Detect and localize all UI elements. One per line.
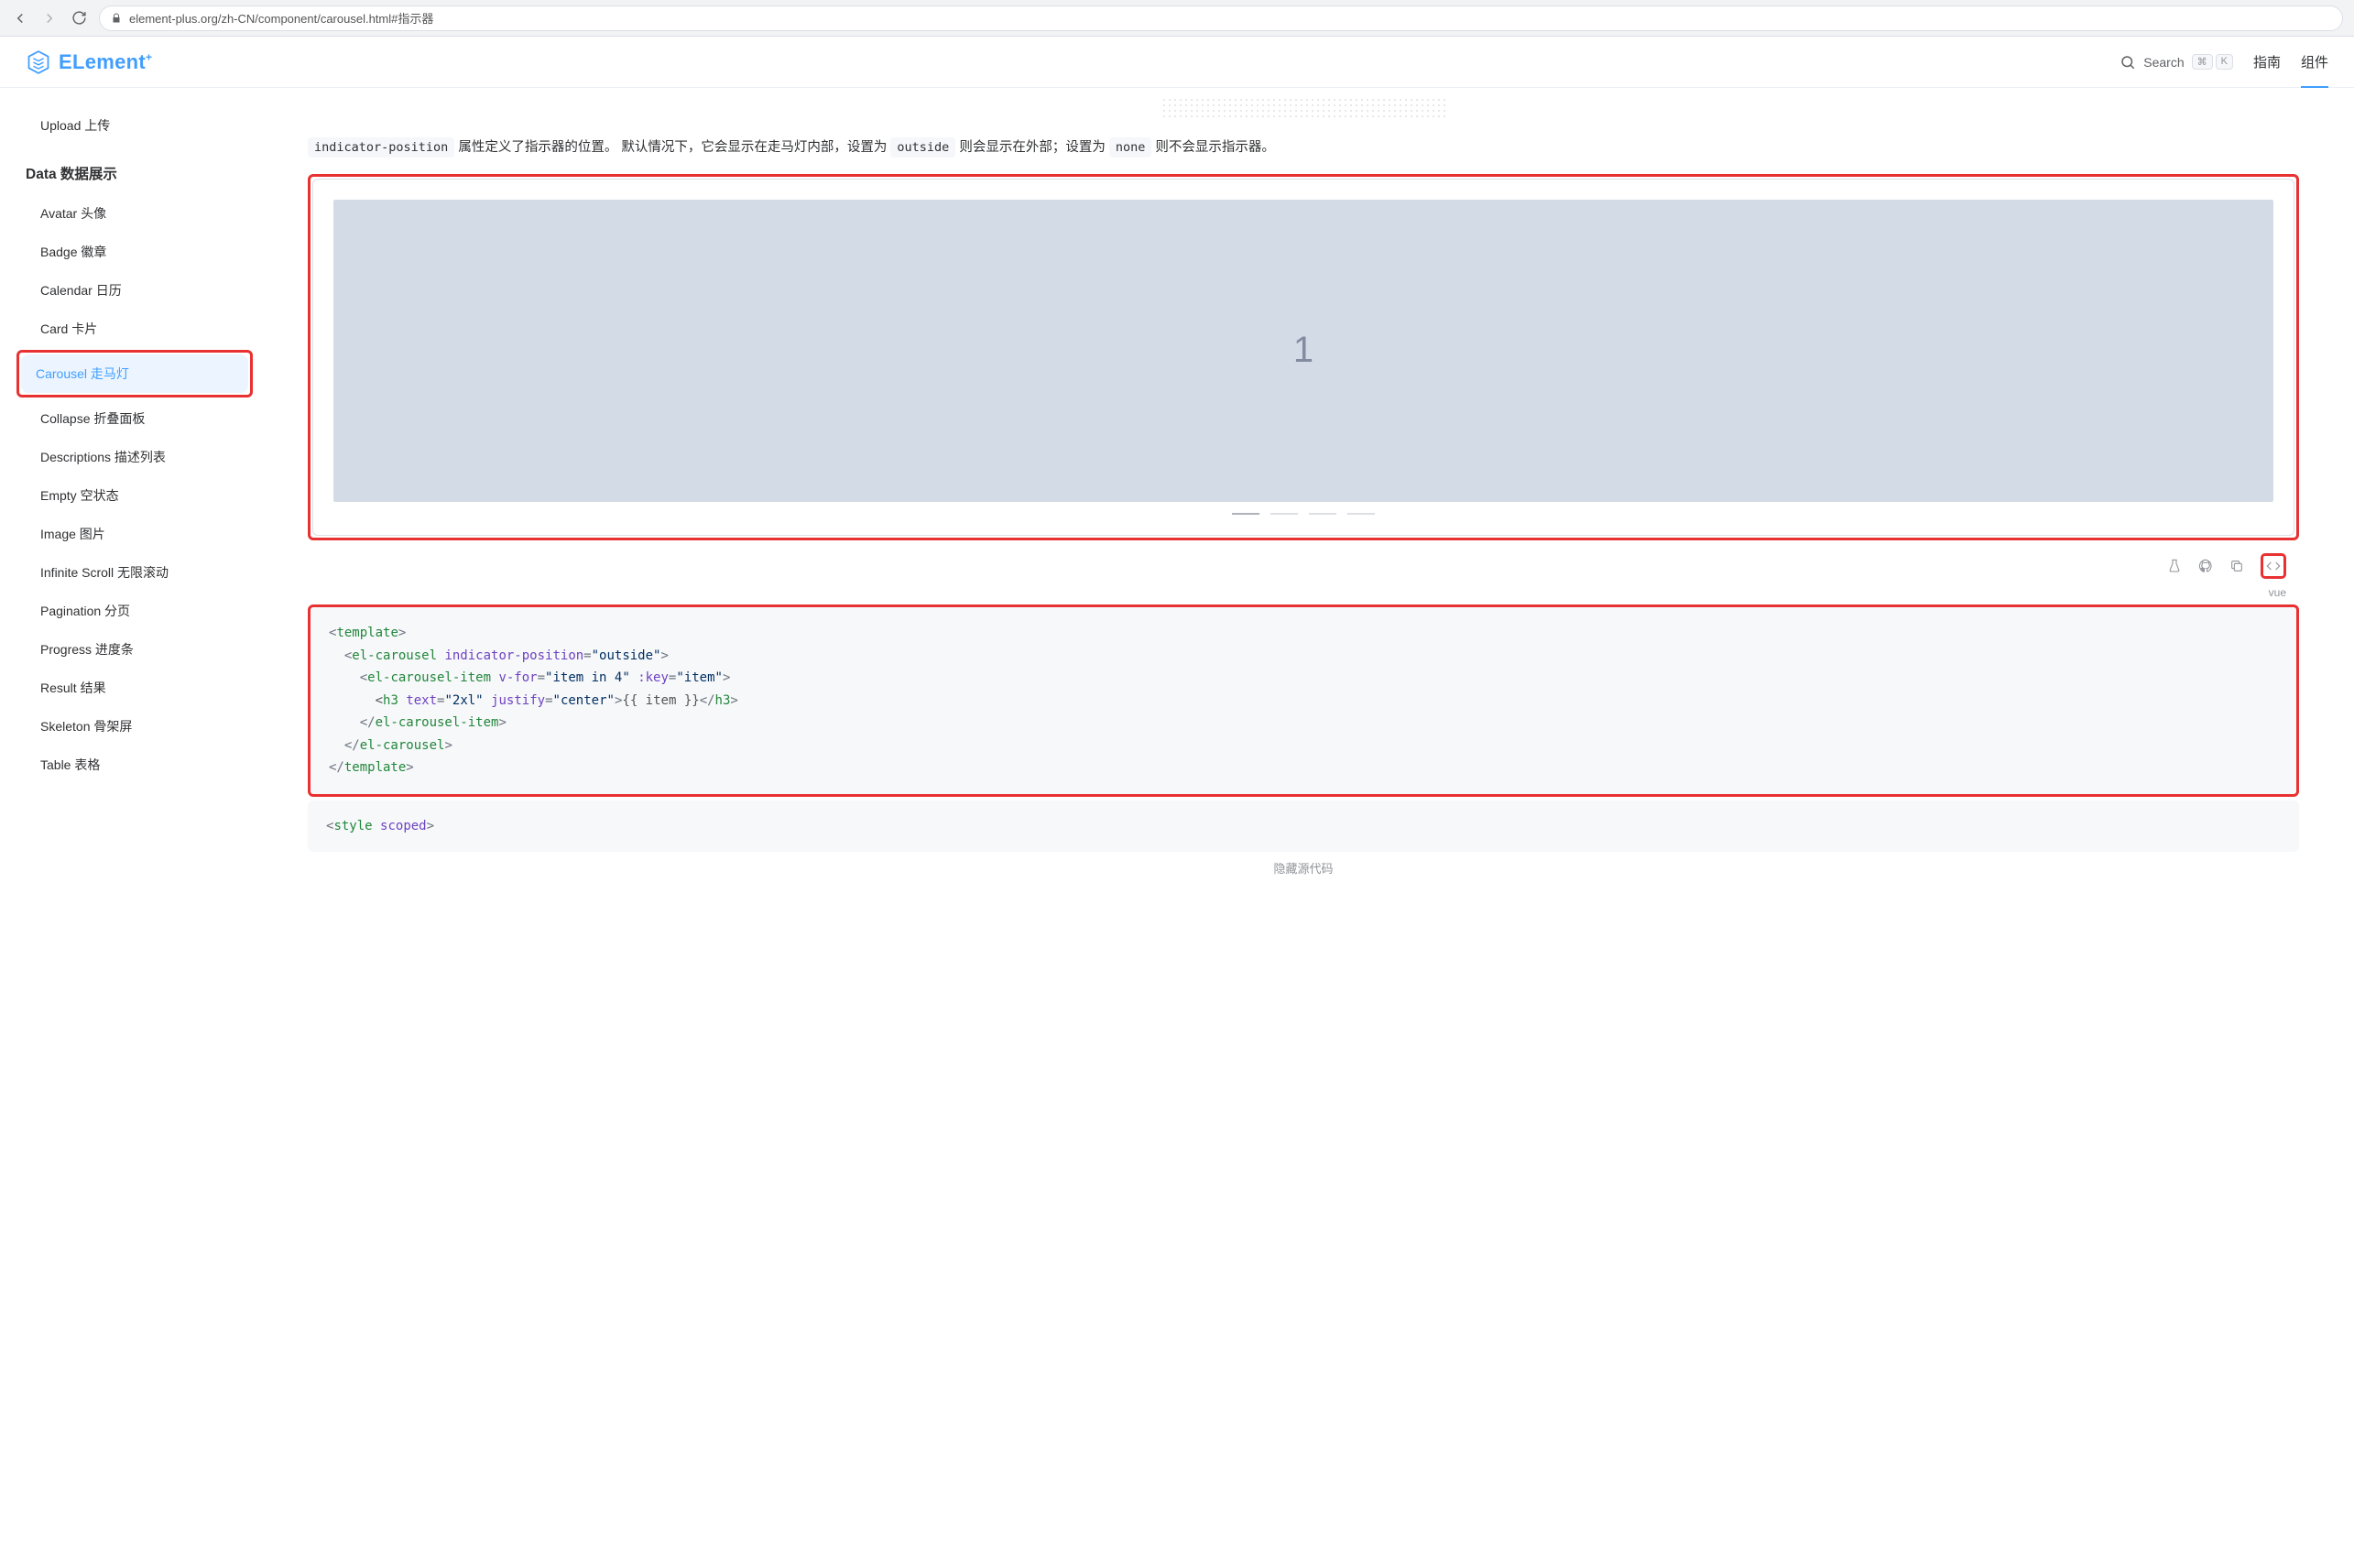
search-label: Search (2143, 55, 2184, 70)
sidebar-item-empty[interactable]: Empty 空状态 (26, 476, 275, 515)
demo-card: 1 (312, 179, 2294, 537)
sidebar-item-table[interactable]: Table 表格 (26, 746, 275, 784)
code-block[interactable]: <template> <el-carousel indicator-positi… (311, 607, 2296, 794)
sidebar-item-badge[interactable]: Badge 徽章 (26, 233, 275, 271)
lock-icon (111, 13, 122, 24)
code-icon[interactable] (2266, 559, 2281, 573)
logo-icon (26, 49, 51, 75)
github-icon[interactable] (2198, 559, 2213, 573)
sidebar-item-result[interactable]: Result 结果 (26, 669, 275, 707)
sidebar-item-avatar[interactable]: Avatar 头像 (26, 194, 275, 233)
address-text: element-plus.org/zh-CN/component/carouse… (129, 9, 433, 27)
sidebar-item-pagination[interactable]: Pagination 分页 (26, 592, 275, 630)
demo-toolbar (308, 546, 2299, 586)
hide-source-button[interactable]: 隐藏源代码 (308, 852, 2299, 877)
site-header: ELement+ Search ⌘ K 指南 组件 (0, 37, 2354, 88)
search-icon (2120, 54, 2136, 71)
search-button[interactable]: Search ⌘ K (2120, 54, 2233, 71)
logo[interactable]: ELement+ (26, 49, 152, 75)
annotation-box-code-toggle (2261, 553, 2286, 579)
carousel-slide[interactable]: 1 (333, 200, 2273, 502)
nav-guide[interactable]: 指南 (2253, 52, 2281, 71)
indicator-3[interactable] (1309, 513, 1336, 516)
decorative-pattern (1161, 97, 1445, 119)
logo-text: ELement+ (59, 50, 152, 74)
playground-icon[interactable] (2167, 559, 2182, 573)
sidebar-section-data: Data 数据展示 (26, 145, 275, 194)
copy-icon[interactable] (2229, 559, 2244, 573)
annotation-box-demo: 1 (308, 174, 2299, 541)
sidebar-item-descriptions[interactable]: Descriptions 描述列表 (26, 438, 275, 476)
sidebar-item-calendar[interactable]: Calendar 日历 (26, 271, 275, 310)
indicator-1[interactable] (1232, 513, 1259, 516)
browser-chrome: element-plus.org/zh-CN/component/carouse… (0, 0, 2354, 37)
slide-number: 1 (1293, 330, 1313, 371)
shortcut-hint: ⌘ K (2192, 54, 2233, 70)
forward-icon[interactable] (40, 9, 59, 27)
back-icon[interactable] (11, 9, 29, 27)
description-paragraph: indicator-position 属性定义了指示器的位置。 默认情况下，它会… (308, 136, 2299, 161)
nav-component[interactable]: 组件 (2301, 52, 2328, 71)
annotation-box-sidebar: Carousel 走马灯 (16, 350, 253, 397)
sidebar-item-collapse[interactable]: Collapse 折叠面板 (26, 399, 275, 438)
code-block-style[interactable]: <style scoped> (308, 800, 2299, 853)
sidebar-item-skeleton[interactable]: Skeleton 骨架屏 (26, 707, 275, 746)
address-bar[interactable]: element-plus.org/zh-CN/component/carouse… (99, 5, 2343, 31)
sidebar-item-card[interactable]: Card 卡片 (26, 310, 275, 348)
sidebar-item-progress[interactable]: Progress 进度条 (26, 630, 275, 669)
reload-icon[interactable] (70, 9, 88, 27)
carousel-indicators (333, 502, 2273, 516)
code-none: none (1109, 137, 1152, 158)
sidebar-item-upload[interactable]: Upload 上传 (26, 106, 275, 145)
code-language: vue (308, 586, 2299, 599)
indicator-4[interactable] (1347, 513, 1375, 516)
sidebar-item-infinite[interactable]: Infinite Scroll 无限滚动 (26, 553, 275, 592)
code-outside: outside (890, 137, 955, 158)
code-indicator-position: indicator-position (308, 137, 454, 158)
sidebar-item-carousel[interactable]: Carousel 走马灯 (21, 354, 248, 393)
sidebar: Upload 上传 Data 数据展示 Avatar 头像 Badge 徽章 C… (0, 88, 275, 913)
sidebar-item-image[interactable]: Image 图片 (26, 515, 275, 553)
indicator-2[interactable] (1270, 513, 1298, 516)
main-content: indicator-position 属性定义了指示器的位置。 默认情况下，它会… (275, 88, 2354, 913)
annotation-box-code: <template> <el-carousel indicator-positi… (308, 604, 2299, 797)
